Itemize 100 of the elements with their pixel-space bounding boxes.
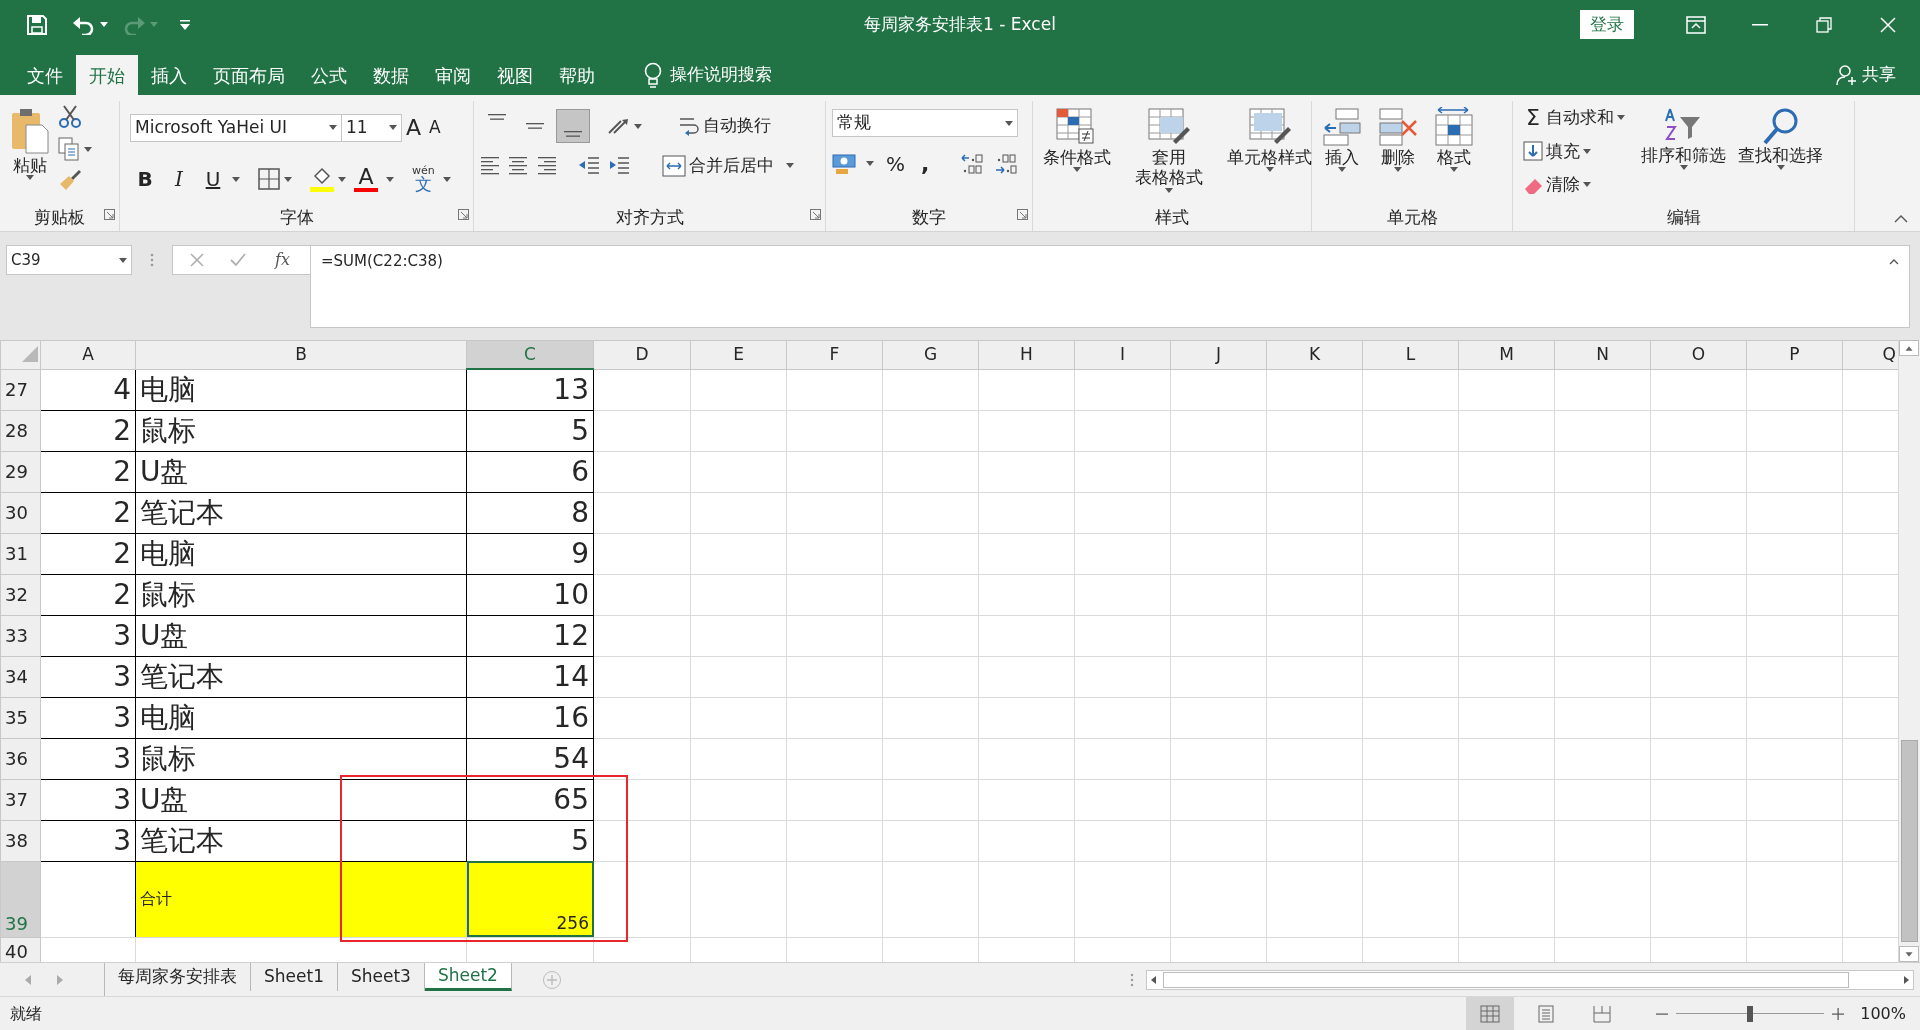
- column-header[interactable]: C: [524, 343, 536, 364]
- check-icon[interactable]: [229, 252, 247, 268]
- sheet-tab[interactable]: Sheet2: [424, 963, 512, 991]
- scissors-icon[interactable]: [58, 105, 82, 129]
- sheet-tab[interactable]: Sheet1: [251, 963, 338, 991]
- row-header[interactable]: 39: [5, 912, 28, 934]
- clear-button[interactable]: 清除: [1519, 170, 1637, 200]
- zoom-level[interactable]: 100%: [1844, 1001, 1920, 1026]
- ribbon-tab[interactable]: 文件: [14, 55, 76, 95]
- undo-icon[interactable]: [72, 14, 96, 35]
- align-lines-icon[interactable]: [480, 154, 500, 177]
- sort-filter-button[interactable]: 排序和筛选: [1637, 105, 1730, 205]
- share-button[interactable]: 共享: [1862, 62, 1896, 88]
- font-color-button[interactable]: A: [350, 164, 382, 194]
- ribbon-tab[interactable]: 插入: [138, 55, 200, 95]
- vertical-align-button[interactable]: [556, 109, 590, 143]
- shrink-font-button[interactable]: A: [425, 112, 445, 143]
- column-header[interactable]: Q: [1882, 344, 1896, 364]
- column-header[interactable]: M: [1499, 344, 1514, 364]
- decrease-decimal-icon[interactable]: [993, 151, 1020, 176]
- fill-color-icon[interactable]: [310, 166, 334, 192]
- caret-icon[interactable]: [1776, 165, 1785, 171]
- dialog-launcher-icon[interactable]: [1017, 208, 1028, 220]
- caret-icon[interactable]: [329, 125, 337, 131]
- bold-button[interactable]: B: [130, 162, 160, 196]
- column-header[interactable]: D: [635, 344, 649, 364]
- slider-thumb[interactable]: [1747, 1005, 1754, 1022]
- scroll-up-icon[interactable]: [1889, 258, 1899, 265]
- number-format-field[interactable]: 常规: [832, 109, 1018, 137]
- cells-button[interactable]: 格式: [1430, 105, 1478, 205]
- font-size-field[interactable]: 11: [342, 113, 402, 142]
- phonetic-button[interactable]: wén 文: [408, 163, 439, 195]
- merge-center-button[interactable]: 合并后居中: [658, 151, 778, 181]
- column-header[interactable]: E: [733, 344, 744, 364]
- ribbon-tab[interactable]: 开始: [76, 55, 138, 95]
- ribbon-tab[interactable]: 页面布局: [200, 55, 298, 95]
- caret-icon[interactable]: [1265, 167, 1274, 173]
- fill-button[interactable]: 填充: [1519, 136, 1637, 166]
- wrap-text-button[interactable]: 自动换行: [674, 111, 775, 141]
- column-header[interactable]: G: [923, 344, 938, 364]
- grow-font-button[interactable]: A: [402, 109, 426, 146]
- increase-decimal-icon[interactable]: [959, 151, 986, 176]
- caret-icon[interactable]: [1005, 120, 1013, 126]
- column-header[interactable]: L: [1405, 344, 1416, 364]
- caret-icon[interactable]: [284, 176, 292, 182]
- ribbon-tab[interactable]: 审阅: [422, 55, 484, 95]
- column-header[interactable]: N: [1596, 344, 1609, 364]
- caret-icon[interactable]: [100, 22, 108, 27]
- ribbon-tab[interactable]: 视图: [484, 55, 546, 95]
- sheet-tab[interactable]: Sheet3: [337, 963, 425, 991]
- person-add-icon[interactable]: [1836, 64, 1858, 86]
- style-button[interactable]: 单元格样式: [1223, 105, 1316, 205]
- ribbon-tab[interactable]: 公式: [298, 55, 360, 95]
- column-header[interactable]: I: [1120, 344, 1125, 364]
- caret-icon[interactable]: [1583, 148, 1591, 154]
- cells-button[interactable]: 插入: [1318, 105, 1366, 205]
- caret-icon[interactable]: [442, 176, 451, 182]
- caret-icon[interactable]: [119, 257, 127, 263]
- dialog-launcher-icon[interactable]: [458, 208, 469, 220]
- sheet-tab[interactable]: 每周家务安排表: [105, 963, 251, 991]
- caret-icon[interactable]: [866, 161, 874, 166]
- style-button[interactable]: 套用 表格格式: [1131, 105, 1207, 205]
- column-header[interactable]: P: [1789, 344, 1800, 364]
- caret-icon[interactable]: [84, 146, 92, 152]
- style-button[interactable]: 条件格式: [1039, 105, 1115, 205]
- font-name-field[interactable]: Microsoft YaHei UI: [130, 113, 342, 142]
- caret-icon[interactable]: [1450, 167, 1458, 173]
- comma-button[interactable]: ,: [917, 145, 934, 182]
- view-button[interactable]: [1466, 996, 1515, 1030]
- caret-icon[interactable]: [1394, 167, 1402, 173]
- column-header[interactable]: A: [82, 344, 94, 364]
- autosum-button[interactable]: Σ 自动求和: [1519, 103, 1637, 133]
- tell-me-search[interactable]: 操作说明搜索: [670, 62, 772, 88]
- paste-button[interactable]: 粘贴: [6, 105, 54, 205]
- dialog-launcher-icon[interactable]: [104, 208, 115, 220]
- collapse-ribbon-icon[interactable]: [1894, 215, 1908, 223]
- format-painter-icon[interactable]: [58, 169, 82, 191]
- caret-icon[interactable]: [26, 175, 34, 181]
- caret-icon[interactable]: [389, 125, 397, 131]
- caret-icon[interactable]: [1617, 115, 1625, 121]
- caret-icon[interactable]: [1583, 182, 1591, 188]
- column-header[interactable]: F: [829, 344, 840, 364]
- formula-text[interactable]: =SUM(C22:C38): [321, 250, 443, 273]
- insert-function-button[interactable]: fx: [271, 246, 294, 274]
- increase-indent-icon[interactable]: [608, 154, 630, 177]
- caret-icon[interactable]: [786, 163, 794, 169]
- ribbon-tab[interactable]: 数据: [360, 55, 422, 95]
- currency-icon[interactable]: [832, 151, 858, 176]
- caret-icon[interactable]: [1679, 165, 1688, 171]
- scroll-down-icon[interactable]: [1899, 946, 1919, 962]
- sign-in-button[interactable]: 登录: [1580, 9, 1634, 40]
- decrease-indent-icon[interactable]: [578, 154, 600, 177]
- align-lines-icon[interactable]: [536, 154, 556, 177]
- name-box[interactable]: C39: [6, 245, 132, 275]
- dialog-launcher-icon[interactable]: [810, 208, 821, 220]
- find-select-button[interactable]: 查找和选择: [1734, 105, 1827, 205]
- caret-icon[interactable]: [1073, 167, 1081, 173]
- italic-button[interactable]: I: [164, 162, 194, 196]
- caret-icon[interactable]: [386, 176, 394, 182]
- borders-icon[interactable]: [258, 168, 280, 190]
